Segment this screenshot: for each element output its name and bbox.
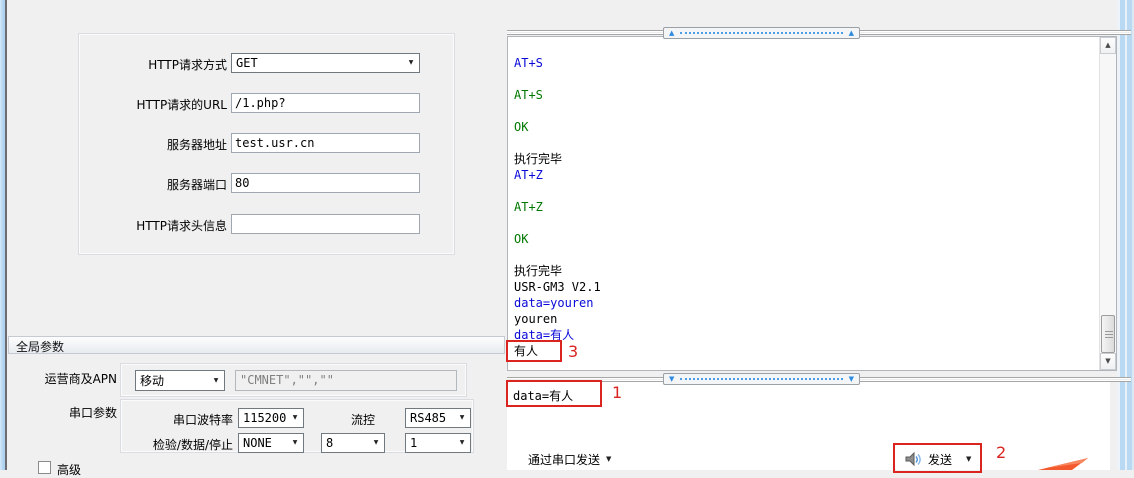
window-border-right [1117,0,1134,470]
collapse-down-icon[interactable]: ▼ [849,374,854,384]
data-bits-select[interactable]: 8 ▼ [321,433,385,453]
splitter-dots [680,378,842,380]
terminal-line [514,247,1096,263]
http-method-value: GET [232,56,403,70]
data-bits-value: 8 [322,436,368,450]
server-address-label: 服务器地址 [89,136,227,153]
terminal-line [514,183,1096,199]
annotation-box-2 [893,443,982,473]
terminal-line: AT+Z [514,167,1096,183]
http-method-select[interactable]: GET ▼ [231,53,420,73]
flow-control-value: RS485 [406,411,454,425]
annotation-label-1: 1 [612,383,622,402]
http-url-input[interactable]: /1.php? [231,93,420,113]
parity-select[interactable]: NONE ▼ [238,433,304,453]
server-address-input[interactable]: test.usr.cn [231,133,420,153]
http-url-label: HTTP请求的URL [89,96,227,113]
http-settings-groupbox: HTTP请求方式 GET ▼ HTTP请求的URL /1.php? 服务器地址 … [78,33,455,255]
stop-bits-value: 1 [406,436,454,450]
advanced-checkbox[interactable] [38,461,51,474]
dropdown-arrow-icon[interactable]: ▼ [287,435,303,451]
annotation-box-1 [506,380,602,407]
server-port-label: 服务器端口 [89,176,227,193]
terminal-line: 有人 [514,343,1096,359]
flow-control-label: 流控 [311,411,375,428]
terminal-line: OK [514,231,1096,247]
dropdown-arrow-icon[interactable]: ▼ [287,410,303,426]
top-splitter-handle[interactable]: ▲ ▲ [663,27,860,39]
orange-arrow-annotation [1038,456,1090,470]
terminal-line: data=有人 [514,327,1096,343]
baud-rate-select[interactable]: 115200 ▼ [238,408,304,428]
splitter-dots [680,32,842,34]
http-header-label: HTTP请求头信息 [89,217,227,234]
carrier-value: 移动 [136,372,208,389]
dropdown-arrow-icon[interactable]: ▼ [368,435,384,451]
window-border-left [0,0,7,470]
left-panel: HTTP请求方式 GET ▼ HTTP请求的URL /1.php? 服务器地址 … [7,0,505,470]
terminal-line: youren [514,311,1096,327]
terminal-line [514,103,1096,119]
carrier-apn-label: 运营商及APN [17,370,117,387]
send-via-serial-dropdown[interactable]: 通过串口发送 ▼ [528,450,611,468]
annotation-box-3 [506,340,562,362]
serial-params-label: 串口参数 [17,404,117,421]
terminal-line: OK [514,119,1096,135]
global-params-title: 全局参数 [16,340,64,354]
terminal-lines: AT+S AT+S OK 执行完毕 AT+Z AT+Z OK 执行完毕 USR-… [514,55,1096,359]
scrollbar-grip [1105,331,1113,338]
server-port-input[interactable]: 80 [231,173,420,193]
terminal-line: USR-GM3 V2.1 [514,279,1096,295]
scroll-up-icon[interactable]: ▲ [1100,37,1116,54]
terminal-line: AT+S [514,87,1096,103]
carrier-apn-groupbox: 移动 ▼ "CMNET","","" [120,363,467,397]
vertical-scrollbar[interactable]: ▲ ▼ [1099,37,1116,370]
annotation-label-3: 3 [568,342,578,361]
scrollbar-thumb[interactable] [1101,315,1115,353]
terminal-line [514,71,1096,87]
terminal-line: 执行完毕 [514,263,1096,279]
send-via-serial-label: 通过串口发送 [528,451,600,468]
terminal-line: 执行完毕 [514,151,1096,167]
dropdown-arrow-icon[interactable]: ▼ [454,435,470,451]
collapse-down-icon[interactable]: ▼ [669,374,674,384]
receive-log-area[interactable]: AT+S AT+S OK 执行完毕 AT+Z AT+Z OK 执行完毕 USR-… [507,36,1117,371]
http-method-label: HTTP请求方式 [89,56,227,73]
stop-bits-select[interactable]: 1 ▼ [405,433,471,453]
dropdown-arrow-icon[interactable]: ▼ [606,455,611,463]
serial-params-groupbox: 串口波特率 115200 ▼ 流控 RS485 ▼ 检验/数据/停止 NONE … [120,399,474,453]
carrier-select[interactable]: 移动 ▼ [135,370,225,391]
dropdown-arrow-icon[interactable]: ▼ [403,55,419,71]
baud-rate-label: 串口波特率 [129,411,233,428]
dropdown-arrow-icon[interactable]: ▼ [208,373,224,389]
annotation-label-2: 2 [996,443,1006,462]
bottom-splitter-handle[interactable]: ▼ ▼ [663,373,860,385]
global-params-header: 全局参数 [8,336,505,354]
http-header-input[interactable] [231,214,420,234]
terminal-line: AT+Z [514,199,1096,215]
terminal-line: data=youren [514,295,1096,311]
collapse-up-icon[interactable]: ▲ [669,28,674,38]
parity-value: NONE [239,436,287,450]
apn-readonly-field: "CMNET","","" [235,370,457,391]
terminal-line [514,215,1096,231]
terminal-line [514,135,1096,151]
dropdown-arrow-icon[interactable]: ▼ [454,410,470,426]
parity-data-stop-label: 检验/数据/停止 [129,436,233,453]
collapse-up-icon[interactable]: ▲ [849,28,854,38]
scroll-down-icon[interactable]: ▼ [1100,353,1116,370]
flow-control-select[interactable]: RS485 ▼ [405,408,471,428]
baud-rate-value: 115200 [239,411,287,425]
terminal-line: AT+S [514,55,1096,71]
